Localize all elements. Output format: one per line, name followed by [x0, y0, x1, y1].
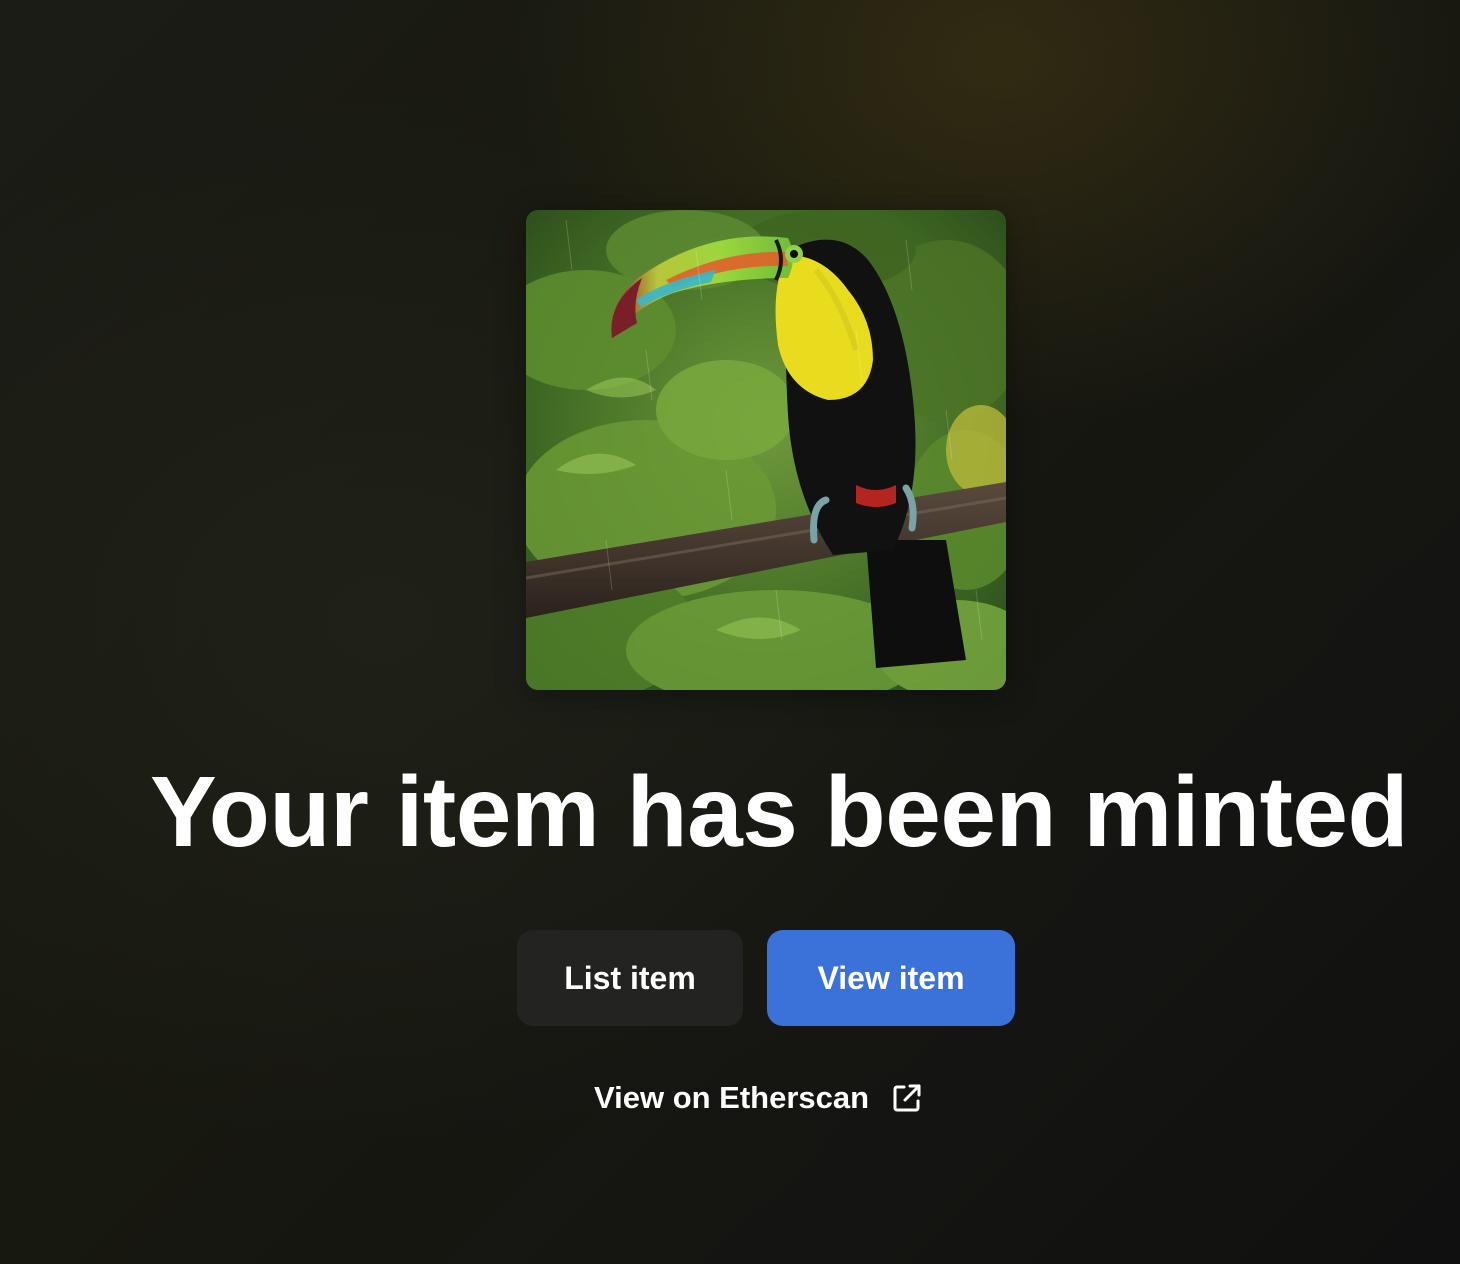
external-link-icon [891, 1082, 923, 1114]
minted-item-image [526, 210, 1006, 690]
page-title: Your item has been minted [150, 756, 1409, 868]
etherscan-link-label: View on Etherscan [594, 1080, 870, 1115]
view-on-etherscan-link[interactable]: View on Etherscan [594, 1076, 923, 1120]
list-item-button[interactable]: List item [517, 930, 743, 1026]
view-item-button[interactable]: View item [767, 930, 1015, 1026]
